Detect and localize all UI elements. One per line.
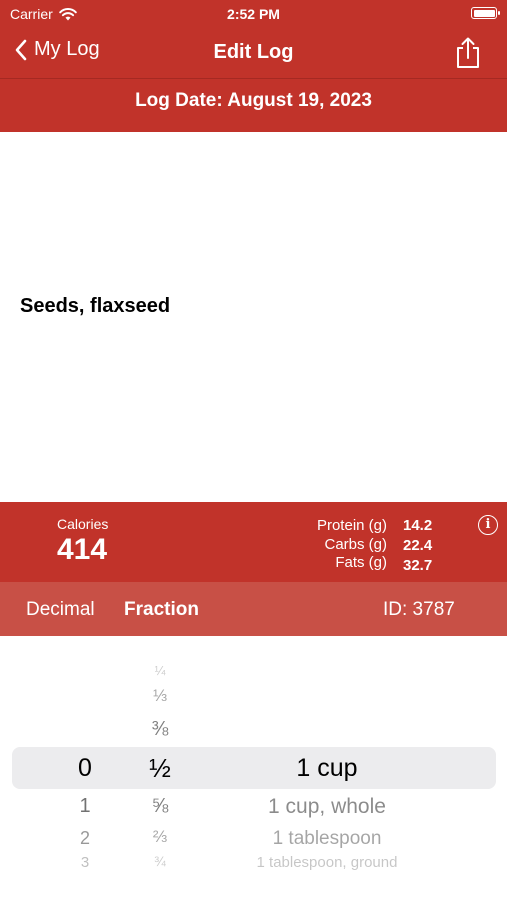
protein-label: Protein (g) bbox=[316, 517, 387, 534]
info-icon[interactable]: i bbox=[478, 515, 498, 535]
picker-fraction-option[interactable]: ¼ bbox=[140, 663, 180, 678]
share-icon[interactable] bbox=[453, 36, 483, 70]
food-name: Seeds, flaxseed bbox=[20, 295, 171, 317]
nutrition-summary: Calories 414 Protein (g) 14.2 Carbs (g) … bbox=[0, 502, 507, 582]
header-divider bbox=[0, 78, 507, 79]
nav-bar: My Log Edit Log bbox=[0, 28, 507, 78]
chevron-left-icon bbox=[15, 39, 27, 60]
back-button[interactable]: My Log bbox=[14, 38, 100, 61]
picker-unit-selected[interactable]: 1 cup bbox=[187, 754, 467, 783]
fats-value: 32.7 bbox=[403, 557, 433, 574]
picker-fraction-option[interactable]: ⅓ bbox=[140, 686, 180, 706]
log-date: Log Date: August 19, 2023 bbox=[135, 90, 372, 111]
picker-fraction-selected[interactable]: ½ bbox=[140, 753, 180, 784]
picker-fraction-option[interactable]: ¾ bbox=[140, 853, 180, 869]
picker-unit-option[interactable]: 1 tablespoon, ground bbox=[187, 854, 467, 871]
fats-label: Fats (g) bbox=[335, 554, 387, 571]
battery-icon bbox=[471, 7, 500, 19]
quantity-picker[interactable]: 0 1 2 3 ¼ ⅓ ⅜ ½ ⅝ ⅔ ¾ 1 cup 1 cup, whole… bbox=[0, 636, 507, 900]
picker-whole-option[interactable]: 2 bbox=[65, 828, 105, 849]
picker-whole-option[interactable]: 3 bbox=[65, 854, 105, 871]
carbs-value: 22.4 bbox=[403, 537, 433, 554]
calories-value: 414 bbox=[57, 533, 108, 566]
picker-fraction-option[interactable]: ⅔ bbox=[140, 827, 180, 847]
decimal-mode-button[interactable]: Decimal bbox=[26, 599, 95, 621]
back-label: My Log bbox=[34, 38, 100, 60]
mode-bar: Decimal Fraction ID: 3787 bbox=[0, 582, 507, 636]
picker-fraction-option[interactable]: ⅝ bbox=[140, 795, 180, 818]
protein-value: 14.2 bbox=[403, 517, 433, 534]
header: Carrier 2:52 PM My Log Edit Log Log Date… bbox=[0, 0, 507, 132]
picker-whole-selected[interactable]: 0 bbox=[65, 754, 105, 783]
food-id: ID: 3787 bbox=[383, 599, 455, 620]
calories-label: Calories bbox=[57, 516, 109, 532]
picker-unit-option[interactable]: 1 tablespoon bbox=[187, 828, 467, 850]
picker-whole-option[interactable]: 1 bbox=[65, 795, 105, 818]
fraction-mode-button[interactable]: Fraction bbox=[124, 599, 199, 621]
carbs-label: Carbs (g) bbox=[324, 536, 387, 553]
status-time: 2:52 PM bbox=[227, 6, 280, 22]
picker-unit-option[interactable]: 1 cup, whole bbox=[187, 795, 467, 819]
picker-fraction-option[interactable]: ⅜ bbox=[140, 718, 180, 741]
status-bar: Carrier 2:52 PM bbox=[0, 0, 507, 28]
